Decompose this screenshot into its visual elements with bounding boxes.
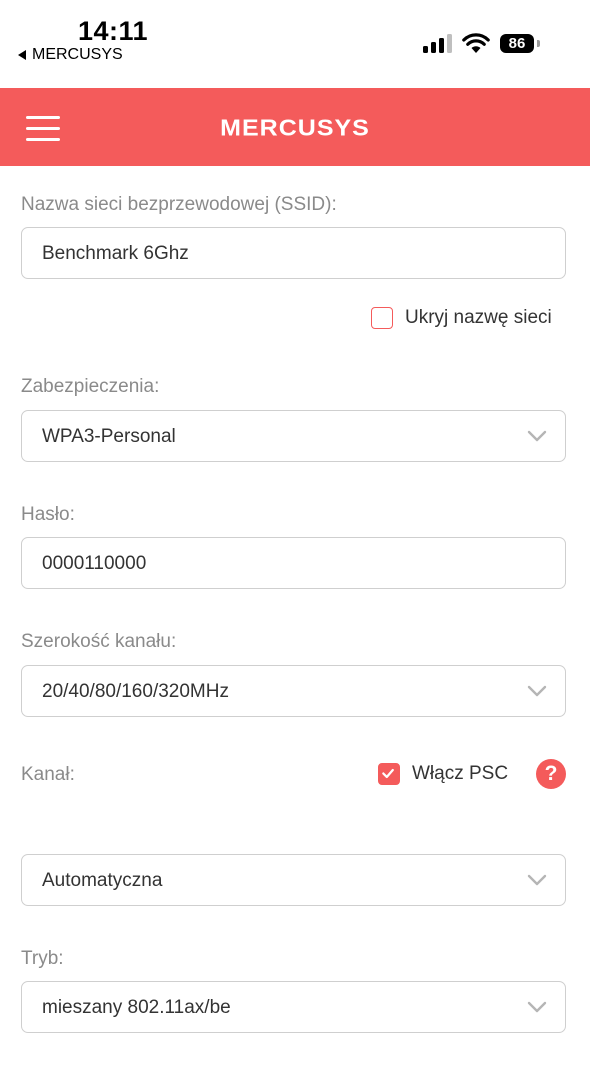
cellular-signal-icon [423, 33, 452, 53]
app-header: MERCUSYS [0, 88, 590, 166]
battery-icon: 86 [500, 34, 534, 53]
psc-checkbox[interactable]: Włącz PSC [378, 763, 508, 785]
checkmark-icon [382, 768, 394, 779]
ssid-value: Benchmark 6Ghz [42, 243, 189, 264]
hide-ssid-checkbox-box[interactable] [371, 307, 393, 329]
channel-width-label: Szerokość kanału: [21, 631, 177, 652]
back-to-app-link[interactable]: MERCUSYS [18, 46, 123, 64]
channel-value: Automatyczna [42, 870, 163, 891]
mode-select[interactable]: mieszany 802.11ax/be [21, 981, 566, 1033]
mode-label: Tryb: [21, 948, 64, 969]
back-app-label: MERCUSYS [32, 46, 123, 63]
chevron-down-icon [527, 1001, 547, 1013]
status-time: 14:11 [78, 16, 149, 46]
psc-label: Włącz PSC [412, 763, 509, 784]
channel-select[interactable]: Automatyczna [21, 854, 566, 906]
battery-nub [537, 40, 540, 47]
psc-checkbox-box[interactable] [378, 763, 400, 785]
mode-value: mieszany 802.11ax/be [42, 997, 231, 1018]
security-value: WPA3-Personal [42, 426, 176, 447]
channel-width-select[interactable]: 20/40/80/160/320MHz [21, 665, 566, 717]
chevron-down-icon [527, 874, 547, 886]
wireless-settings-form: Nazwa sieci bezprzewodowej (SSID): Bench… [0, 166, 590, 1075]
wifi-icon [462, 33, 490, 53]
chevron-down-icon [527, 685, 547, 697]
channel-label: Kanał: [21, 764, 75, 785]
password-input[interactable]: 0000110000 [21, 537, 566, 589]
hide-ssid-checkbox[interactable]: Ukryj nazwę sieci [371, 307, 552, 329]
hide-ssid-label: Ukryj nazwę sieci [405, 307, 552, 328]
chevron-down-icon [527, 430, 547, 442]
mercusys-logo: MERCUSYS [220, 115, 370, 141]
status-bar: 14:11 MERCUSYS 86 [0, 0, 590, 88]
ssid-input[interactable]: Benchmark 6Ghz [21, 227, 566, 279]
security-label: Zabezpieczenia: [21, 376, 160, 397]
password-label: Hasło: [21, 504, 75, 525]
ssid-label: Nazwa sieci bezprzewodowej (SSID): [21, 194, 337, 215]
password-value: 0000110000 [42, 553, 147, 574]
back-arrow-icon [18, 50, 26, 60]
security-select[interactable]: WPA3-Personal [21, 410, 566, 462]
channel-width-value: 20/40/80/160/320MHz [42, 681, 229, 702]
question-mark-icon[interactable]: ? [536, 759, 566, 789]
